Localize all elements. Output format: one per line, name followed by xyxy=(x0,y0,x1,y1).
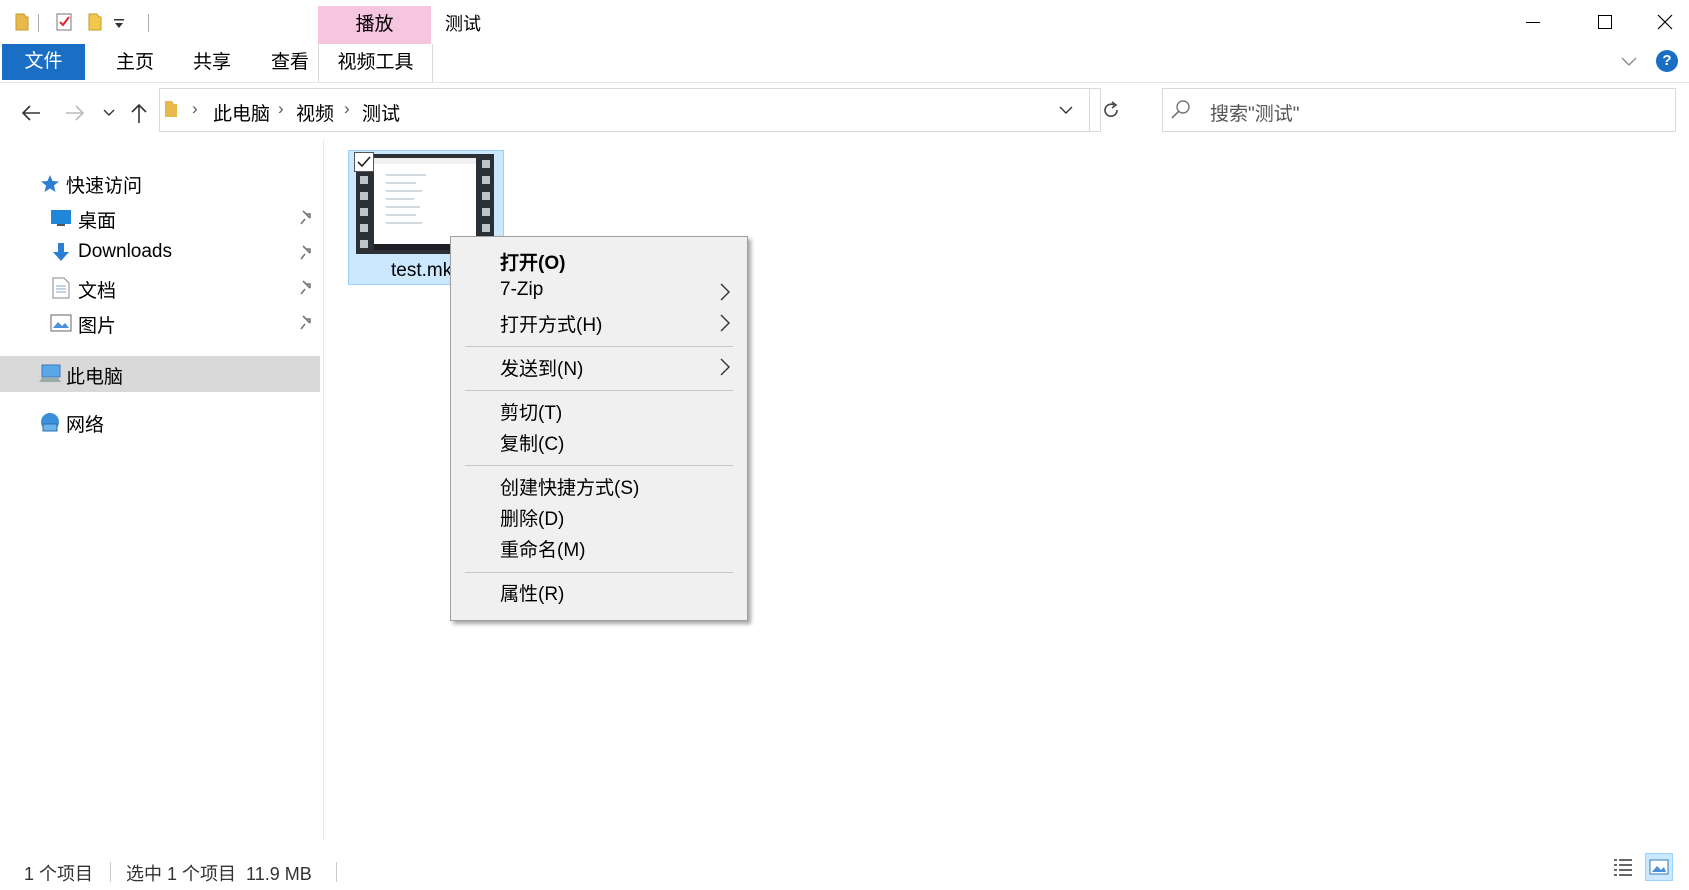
nav-item-documents[interactable]: 文档 xyxy=(0,271,320,305)
separator xyxy=(1089,88,1090,132)
maximize-icon xyxy=(1598,15,1612,29)
nav-item-label: Downloads xyxy=(78,241,172,262)
nav-item-desktop[interactable]: 桌面 xyxy=(0,201,320,235)
nav-network[interactable]: 网络 xyxy=(0,405,320,439)
tab-share[interactable]: 共享 xyxy=(177,46,247,80)
back-button[interactable] xyxy=(14,96,48,130)
menu-item-properties[interactable]: 属性(R) xyxy=(500,579,564,606)
nav-quick-access[interactable]: 快速访问 xyxy=(0,166,320,200)
menu-separator xyxy=(465,390,733,391)
menu-item-cut[interactable]: 剪切(T) xyxy=(500,398,562,425)
title-bar: 播放 测试 xyxy=(0,0,1689,44)
close-icon xyxy=(1657,14,1673,30)
maximize-button[interactable] xyxy=(1569,0,1641,44)
properties-check-icon[interactable] xyxy=(56,12,74,32)
ribbon-tab-bar xyxy=(0,44,1689,83)
pin-icon[interactable] xyxy=(299,210,313,226)
customize-toolbar-icon[interactable] xyxy=(113,18,125,30)
nav-quick-access-label: 快速访问 xyxy=(66,176,143,197)
address-history-chevron-icon[interactable] xyxy=(1059,106,1073,115)
nav-item-label: 文档 xyxy=(78,281,117,302)
document-icon xyxy=(52,277,70,299)
recent-locations-button[interactable] xyxy=(92,96,126,130)
menu-item-7zip[interactable]: 7-Zip xyxy=(500,279,543,301)
nav-item-label: 桌面 xyxy=(78,211,117,232)
menu-separator xyxy=(465,465,733,466)
selection-checkbox[interactable] xyxy=(354,152,374,172)
minimize-icon xyxy=(1526,22,1540,23)
back-arrow-icon xyxy=(21,105,40,121)
up-button[interactable] xyxy=(122,96,156,130)
tab-home[interactable]: 主页 xyxy=(100,46,170,80)
breadcrumb-chevron-icon[interactable]: › xyxy=(344,99,350,119)
pin-icon[interactable] xyxy=(299,280,313,296)
submenu-arrow-icon xyxy=(720,314,730,332)
download-arrow-icon xyxy=(53,243,69,261)
tab-view[interactable]: 查看 xyxy=(255,46,325,80)
menu-separator xyxy=(465,572,733,573)
pin-icon[interactable] xyxy=(299,245,313,261)
separator xyxy=(38,14,39,32)
menu-item-open[interactable]: 打开(O) xyxy=(500,248,565,275)
nav-this-pc[interactable]: 此电脑 xyxy=(0,356,320,392)
large-icons-view-icon xyxy=(1649,859,1669,875)
nav-item-label: 图片 xyxy=(78,316,117,337)
breadcrumb-this-pc[interactable]: 此电脑 xyxy=(213,99,270,126)
checkmark-icon xyxy=(357,156,371,168)
menu-item-open-with[interactable]: 打开方式(H) xyxy=(500,310,602,337)
search-input[interactable]: 搜索"测试" xyxy=(1210,99,1300,126)
menu-item-create-shortcut[interactable]: 创建快捷方式(S) xyxy=(500,473,639,500)
window-title: 测试 xyxy=(445,14,481,34)
network-icon xyxy=(41,413,59,432)
breadcrumb-test[interactable]: 测试 xyxy=(362,99,400,126)
breadcrumb-videos[interactable]: 视频 xyxy=(296,99,334,126)
refresh-icon[interactable] xyxy=(1101,100,1121,120)
submenu-arrow-icon xyxy=(720,283,730,301)
details-view-icon[interactable] xyxy=(1612,856,1634,878)
search-icon xyxy=(1171,100,1190,119)
tab-video-tools[interactable]: 视频工具 xyxy=(318,44,433,82)
large-icons-view-button[interactable] xyxy=(1645,853,1673,881)
forward-button[interactable] xyxy=(58,96,92,130)
separator xyxy=(148,14,149,32)
close-button[interactable] xyxy=(1641,0,1689,44)
status-selection: 选中 1 个项目 11.9 MB xyxy=(126,864,312,884)
nav-this-pc-label: 此电脑 xyxy=(66,367,124,388)
menu-item-delete[interactable]: 删除(D) xyxy=(500,504,564,531)
folder-icon xyxy=(165,101,177,117)
forward-arrow-icon xyxy=(66,105,85,121)
menu-item-rename[interactable]: 重命名(M) xyxy=(500,535,585,562)
chevron-down-icon xyxy=(103,109,115,116)
context-menu: 打开(O) 7-Zip 打开方式(H) 发送到(N) 剪切(T) 复制(C) 创… xyxy=(450,236,748,621)
separator xyxy=(110,862,111,882)
menu-item-send-to[interactable]: 发送到(N) xyxy=(500,354,583,381)
breadcrumb-chevron-icon[interactable]: › xyxy=(278,99,284,119)
menu-separator xyxy=(465,346,733,347)
star-icon xyxy=(41,175,59,192)
nav-item-pictures[interactable]: 图片 xyxy=(0,306,320,340)
desktop-icon xyxy=(51,210,71,226)
file-name[interactable]: test.mk xyxy=(391,260,452,282)
help-icon[interactable]: ? xyxy=(1656,50,1678,72)
pictures-icon xyxy=(50,314,72,332)
nav-network-label: 网络 xyxy=(66,415,105,436)
new-folder-icon[interactable] xyxy=(87,12,103,32)
separator xyxy=(336,862,337,882)
pin-icon[interactable] xyxy=(299,315,313,331)
nav-item-downloads[interactable]: Downloads xyxy=(0,236,320,270)
breadcrumb-chevron-icon[interactable]: › xyxy=(192,99,198,119)
expand-ribbon-icon[interactable] xyxy=(1620,56,1638,68)
tab-file[interactable]: 文件 xyxy=(2,44,85,80)
up-arrow-icon xyxy=(131,103,147,123)
submenu-arrow-icon xyxy=(720,358,730,376)
computer-icon xyxy=(39,364,61,382)
minimize-button[interactable] xyxy=(1497,0,1569,44)
contextual-tab-group-play: 播放 xyxy=(318,6,431,44)
folder-icon[interactable] xyxy=(14,12,30,32)
menu-item-copy[interactable]: 复制(C) xyxy=(500,429,564,456)
status-item-count: 1 个项目 xyxy=(24,864,94,884)
